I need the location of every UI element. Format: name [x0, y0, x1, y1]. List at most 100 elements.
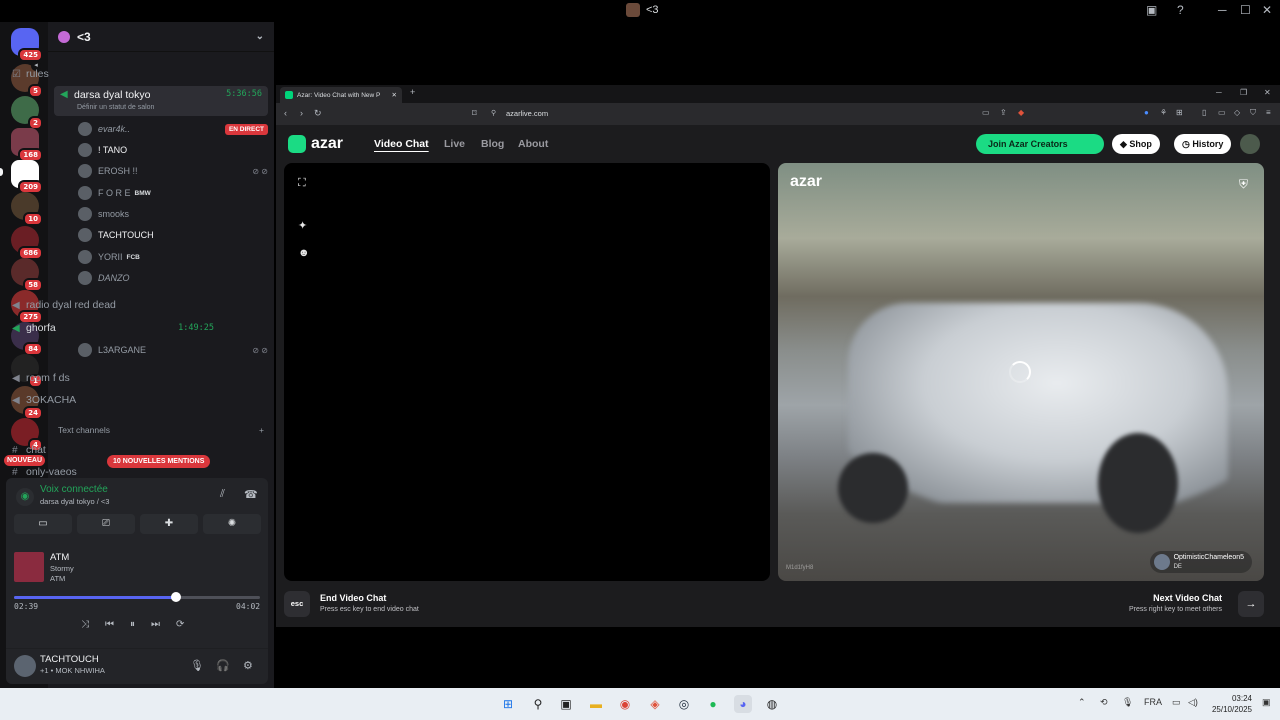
- voice-user[interactable]: TACHTOUCH: [78, 226, 268, 244]
- history-button[interactable]: ◷ History: [1174, 134, 1232, 154]
- nav-video-chat[interactable]: Video Chat: [374, 138, 429, 150]
- channel-rules[interactable]: ☑ rules: [6, 64, 220, 84]
- microphone-icon[interactable]: 🎙: [1122, 697, 1133, 708]
- server-icon[interactable]: 10: [11, 192, 43, 226]
- server-icon[interactable]: 168: [11, 128, 43, 162]
- channel-3okacha[interactable]: ◀ 3OKACHA: [6, 390, 220, 410]
- effects-icon[interactable]: ✦: [298, 219, 307, 232]
- voice-user[interactable]: ! TANO: [78, 141, 268, 159]
- peer-info[interactable]: OptimisticChameleon5 DE: [1149, 551, 1252, 573]
- server-icon[interactable]: 686: [11, 226, 43, 260]
- obs-icon[interactable]: ◍: [763, 695, 781, 713]
- close-icon[interactable]: ✕: [1262, 3, 1272, 17]
- new-tab-icon[interactable]: +: [410, 87, 415, 97]
- shop-button[interactable]: ◆ Shop: [1112, 134, 1160, 154]
- nav-live[interactable]: Live: [444, 138, 465, 150]
- menu-icon[interactable]: ≡: [1266, 108, 1271, 117]
- channel-radio[interactable]: ◀ radio dyal red dead: [6, 295, 220, 315]
- brave-icon[interactable]: ◈: [646, 695, 664, 713]
- discord-icon[interactable]: ◕: [734, 695, 752, 713]
- voice-user[interactable]: DANZO: [78, 269, 268, 287]
- network-icon[interactable]: ▭: [1172, 697, 1181, 708]
- avatar[interactable]: [14, 655, 36, 677]
- progress-knob[interactable]: [170, 592, 181, 602]
- notification-icon[interactable]: ▣: [1262, 697, 1271, 708]
- join-creators-button[interactable]: Join Azar Creators: [976, 134, 1104, 154]
- rewards-icon[interactable]: ◇: [1234, 108, 1240, 117]
- chrome-icon[interactable]: ◉: [616, 695, 634, 713]
- repeat-icon[interactable]: ⟳: [176, 619, 184, 630]
- server-icon[interactable]: 58: [11, 258, 43, 292]
- channel-room[interactable]: ◀ room f ds: [6, 368, 220, 388]
- browser-tab[interactable]: Azar: Video Chat with New P ✕: [280, 87, 402, 103]
- maximize-icon[interactable]: ❐: [1240, 88, 1247, 97]
- voice-user[interactable]: F O R E BMW: [78, 184, 268, 202]
- chevron-up-icon[interactable]: ⌃: [1078, 697, 1086, 708]
- screen-share-button[interactable]: ⎚: [77, 514, 135, 534]
- gear-icon[interactable]: ⚙: [243, 659, 253, 672]
- sync-icon[interactable]: ⟲: [1100, 697, 1108, 708]
- site-info-icon[interactable]: ⚲: [491, 109, 496, 117]
- pause-icon[interactable]: ⏸: [130, 619, 135, 630]
- close-tab-icon[interactable]: ✕: [392, 91, 397, 99]
- wallet-icon[interactable]: ▭: [1218, 108, 1226, 117]
- azar-logo[interactable]: azar: [288, 135, 343, 153]
- extension-icon[interactable]: ⚘: [1160, 108, 1167, 117]
- maximize-icon[interactable]: ☐: [1240, 3, 1251, 17]
- channel-ghorfa[interactable]: ◀ ghorfa 1:49:25: [6, 318, 220, 338]
- forward-icon[interactable]: ›: [300, 108, 303, 118]
- extension-icon[interactable]: ●: [1144, 108, 1149, 117]
- voice-user[interactable]: smooks: [78, 205, 268, 223]
- music-progress-bar[interactable]: [14, 592, 260, 602]
- microphone-icon[interactable]: 🎙: [190, 659, 204, 672]
- minimize-icon[interactable]: ─: [1216, 88, 1222, 97]
- start-icon[interactable]: ⊞: [499, 695, 517, 713]
- search-icon[interactable]: ⚲: [529, 695, 547, 713]
- server-icon[interactable]: 2: [11, 96, 43, 130]
- url-field[interactable]: azarlive.com: [506, 109, 548, 118]
- sidebar-icon[interactable]: ▯: [1202, 108, 1206, 117]
- file-explorer-icon[interactable]: ▬: [587, 695, 605, 713]
- fullscreen-icon[interactable]: ⛶: [298, 177, 306, 190]
- language-indicator[interactable]: FRA: [1144, 697, 1162, 707]
- server-icon[interactable]: 209: [11, 160, 43, 194]
- minimize-icon[interactable]: ─: [1218, 3, 1227, 17]
- reload-icon[interactable]: ↻: [314, 108, 322, 119]
- channel-darsa-dyal-tokyo[interactable]: ◀ darsa dyal tokyo 5:36:56 Définir un st…: [54, 86, 268, 116]
- voice-user[interactable]: YORII FCB: [78, 248, 268, 266]
- inbox-icon[interactable]: ▣: [1146, 3, 1157, 17]
- bookmark-icon[interactable]: ⌑: [472, 108, 477, 119]
- noise-suppression-icon[interactable]: ⫽: [220, 488, 225, 501]
- add-channel-icon[interactable]: +: [259, 425, 264, 435]
- guild-header[interactable]: <3 ⌄: [48, 22, 274, 52]
- share-icon[interactable]: ⇪: [1000, 108, 1007, 117]
- close-icon[interactable]: ✕: [1264, 88, 1271, 97]
- shuffle-icon[interactable]: ⤨: [81, 619, 89, 630]
- voice-user[interactable]: EROSH !! ⊘ ⊘: [78, 162, 268, 180]
- volume-icon[interactable]: ◁): [1188, 697, 1198, 708]
- profile-avatar[interactable]: [1240, 134, 1260, 154]
- next-chat-button[interactable]: →: [1238, 591, 1264, 617]
- voice-user[interactable]: evar4k.. EN DIRECT: [78, 120, 268, 138]
- task-view-icon[interactable]: ▣: [557, 695, 575, 713]
- camera-button[interactable]: ▭: [14, 514, 72, 534]
- brave-shield-icon[interactable]: ◆: [1018, 108, 1024, 117]
- install-icon[interactable]: ▭: [982, 108, 990, 117]
- home-dm-button[interactable]: 425: [11, 28, 43, 62]
- extension-icon[interactable]: ⊞: [1176, 108, 1183, 117]
- soundboard-button[interactable]: ✺: [203, 514, 261, 534]
- steam-icon[interactable]: ◎: [675, 695, 693, 713]
- activities-button[interactable]: ✚: [140, 514, 198, 534]
- vpn-icon[interactable]: ⛉: [1250, 108, 1256, 118]
- headphones-icon[interactable]: 🎧: [216, 659, 230, 672]
- end-chat-key[interactable]: esc: [284, 591, 310, 617]
- back-icon[interactable]: ‹: [284, 108, 287, 118]
- report-shield-icon[interactable]: ⛨: [1239, 177, 1248, 192]
- voice-user[interactable]: L3ARGANE ⊘ ⊘: [78, 341, 268, 359]
- help-icon[interactable]: ?: [1177, 3, 1184, 17]
- signal-icon[interactable]: ◉: [16, 488, 34, 506]
- disconnect-icon[interactable]: ☎: [244, 488, 258, 501]
- nav-blog[interactable]: Blog: [481, 138, 504, 150]
- new-mentions-badge[interactable]: 10 NOUVELLES MENTIONS: [107, 455, 211, 468]
- previous-icon[interactable]: ⏮: [105, 619, 114, 630]
